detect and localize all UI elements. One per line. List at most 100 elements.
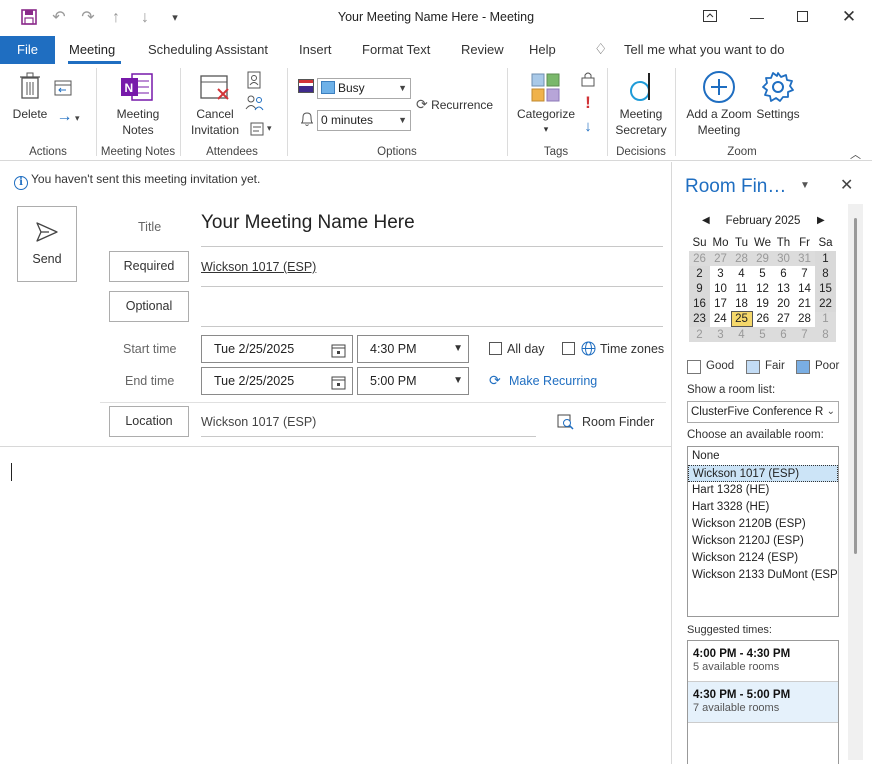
calendar-day[interactable]: 22 bbox=[815, 296, 836, 312]
meeting-secretary-icon[interactable] bbox=[628, 71, 654, 103]
cancel-invitation-line1[interactable]: Cancel bbox=[186, 107, 244, 122]
available-rooms-list[interactable]: None Wickson 1017 (ESP) Hart 1328 (HE) Hart… bbox=[687, 446, 839, 617]
optional-underline[interactable] bbox=[201, 326, 663, 327]
room-list-item[interactable]: Wickson 2133 DuMont (ESP) bbox=[688, 567, 838, 584]
calendar-day[interactable]: 4 bbox=[731, 266, 752, 281]
calendar-day[interactable]: 3 bbox=[710, 266, 731, 281]
room-finder-button[interactable]: Room Finder bbox=[582, 415, 654, 429]
make-recurring-link[interactable]: Make Recurring bbox=[509, 374, 597, 388]
calendar-day[interactable]: 27 bbox=[710, 251, 731, 267]
next-month-icon[interactable]: ▶ bbox=[817, 215, 825, 226]
check-names-icon[interactable] bbox=[245, 94, 265, 112]
calendar-day[interactable]: 1 bbox=[815, 311, 836, 327]
low-importance-icon[interactable]: ↓ bbox=[580, 118, 596, 136]
title-input[interactable]: Your Meeting Name Here bbox=[201, 212, 415, 234]
calendar-day[interactable]: 20 bbox=[773, 297, 794, 312]
show-as-dropdown[interactable]: Busy ▼ bbox=[317, 78, 411, 99]
room-list-item[interactable]: Wickson 1017 (ESP) bbox=[688, 465, 838, 482]
calendar-day[interactable]: 13 bbox=[773, 281, 794, 296]
calendar-day[interactable]: 27 bbox=[773, 312, 794, 327]
calendar-day[interactable]: 12 bbox=[752, 281, 773, 296]
calendar-day[interactable]: 29 bbox=[752, 251, 773, 267]
tab-meeting[interactable]: Meeting bbox=[69, 36, 115, 64]
calendar-forward-icon[interactable] bbox=[53, 78, 73, 98]
calendar-day[interactable]: 16 bbox=[689, 296, 710, 312]
calendar-day[interactable]: 7 bbox=[794, 266, 815, 281]
ribbon-display-icon[interactable] bbox=[690, 6, 730, 28]
close-pane-icon[interactable]: ✕ bbox=[840, 175, 853, 195]
calendar-day[interactable]: 5 bbox=[752, 326, 773, 343]
forward-icon[interactable]: → ▾ bbox=[52, 109, 84, 126]
scrollbar-thumb[interactable] bbox=[854, 218, 857, 554]
room-list-item[interactable]: Hart 3328 (HE) bbox=[688, 499, 838, 516]
room-list-item[interactable]: Wickson 2120B (ESP) bbox=[688, 516, 838, 533]
pane-scrollbar[interactable] bbox=[848, 204, 863, 760]
calendar-day[interactable]: 30 bbox=[773, 251, 794, 267]
address-book-icon[interactable] bbox=[245, 71, 263, 89]
required-button[interactable]: Required bbox=[109, 251, 189, 282]
start-date-input[interactable]: Tue 2/25/2025 bbox=[201, 335, 353, 363]
calendar-day[interactable]: 8 bbox=[815, 266, 836, 282]
required-attendee[interactable]: Wickson 1017 (ESP) bbox=[201, 260, 316, 274]
onenote-icon[interactable]: N bbox=[120, 72, 154, 102]
categorize-chevron-icon[interactable]: ▾ bbox=[514, 122, 578, 137]
delete-button[interactable]: Delete bbox=[8, 107, 52, 122]
calendar-day[interactable]: 21 bbox=[794, 297, 815, 312]
cancel-invitation-icon[interactable] bbox=[200, 72, 232, 102]
high-importance-icon[interactable]: ! bbox=[580, 94, 596, 112]
calendar-day[interactable]: 5 bbox=[752, 266, 773, 281]
calendar-day[interactable]: 17 bbox=[710, 297, 731, 312]
calendar-day[interactable]: 23 bbox=[689, 311, 710, 327]
add-zoom-icon[interactable] bbox=[702, 70, 736, 104]
send-button[interactable]: Send bbox=[17, 206, 77, 282]
location-button[interactable]: Location bbox=[109, 406, 189, 437]
reminder-dropdown[interactable]: 0 minutes ▼ bbox=[317, 110, 411, 131]
calendar-day[interactable]: 8 bbox=[815, 326, 836, 343]
room-list-item[interactable]: Wickson 2124 (ESP) bbox=[688, 550, 838, 567]
calendar-day[interactable]: 6 bbox=[773, 266, 794, 281]
optional-button[interactable]: Optional bbox=[109, 291, 189, 322]
calendar-day[interactable]: 31 bbox=[794, 251, 815, 267]
categorize-icon[interactable] bbox=[531, 73, 561, 103]
calendar-day[interactable]: 26 bbox=[689, 251, 710, 267]
calendar-day[interactable]: 3 bbox=[710, 326, 731, 343]
maximize-icon[interactable] bbox=[782, 6, 822, 28]
calendar-day[interactable]: 7 bbox=[794, 326, 815, 343]
trash-icon[interactable] bbox=[18, 72, 42, 102]
end-date-input[interactable]: Tue 2/25/2025 bbox=[201, 367, 353, 395]
meeting-notes-line2[interactable]: Notes bbox=[108, 123, 168, 138]
close-icon[interactable]: ✕ bbox=[829, 6, 869, 28]
calendar-day[interactable]: 19 bbox=[752, 297, 773, 312]
time-zones-checkbox[interactable] bbox=[562, 342, 575, 355]
calendar-day[interactable]: 25 bbox=[730, 311, 753, 328]
tell-me-search[interactable]: Tell me what you want to do bbox=[624, 36, 784, 64]
calendar-day[interactable]: 18 bbox=[731, 297, 752, 312]
tab-format-text[interactable]: Format Text bbox=[362, 36, 430, 64]
recurrence-button[interactable]: ⟳ Recurrence bbox=[416, 96, 493, 113]
tab-insert[interactable]: Insert bbox=[299, 36, 332, 64]
settings-button[interactable]: Settings bbox=[752, 107, 804, 122]
location-input[interactable]: Wickson 1017 (ESP) bbox=[201, 415, 316, 429]
add-zoom-line1[interactable]: Add a Zoom bbox=[682, 107, 756, 122]
suggested-time-item[interactable]: 4:00 PM - 4:30 PM 5 available rooms bbox=[688, 641, 838, 682]
start-time-dropdown[interactable]: 4:30 PM ▼ bbox=[357, 335, 469, 363]
meeting-secretary-line2[interactable]: Secretary bbox=[610, 123, 672, 138]
calendar-day[interactable]: 6 bbox=[773, 326, 794, 343]
calendar-day[interactable]: 4 bbox=[731, 326, 752, 343]
gear-icon[interactable] bbox=[761, 70, 795, 104]
calendar-day[interactable]: 9 bbox=[689, 281, 710, 297]
calendar-day[interactable]: 11 bbox=[731, 281, 752, 296]
response-options-icon[interactable]: ▾ bbox=[245, 119, 277, 137]
room-list-item[interactable]: Hart 1328 (HE) bbox=[688, 482, 838, 499]
all-day-checkbox[interactable] bbox=[489, 342, 502, 355]
add-zoom-line2[interactable]: Meeting bbox=[682, 123, 756, 138]
categorize-button[interactable]: Categorize bbox=[514, 107, 578, 122]
message-body[interactable] bbox=[0, 447, 670, 764]
tab-file[interactable]: File bbox=[0, 36, 55, 64]
tab-help[interactable]: Help bbox=[529, 36, 556, 64]
calendar-icon[interactable] bbox=[331, 341, 346, 367]
suggested-times-list[interactable]: 4:00 PM - 4:30 PM 5 available rooms 4:30 P… bbox=[687, 640, 839, 764]
pane-options-icon[interactable]: ▼ bbox=[800, 180, 810, 191]
tab-scheduling-assistant[interactable]: Scheduling Assistant bbox=[148, 36, 268, 64]
calendar-day[interactable]: 26 bbox=[752, 312, 773, 327]
